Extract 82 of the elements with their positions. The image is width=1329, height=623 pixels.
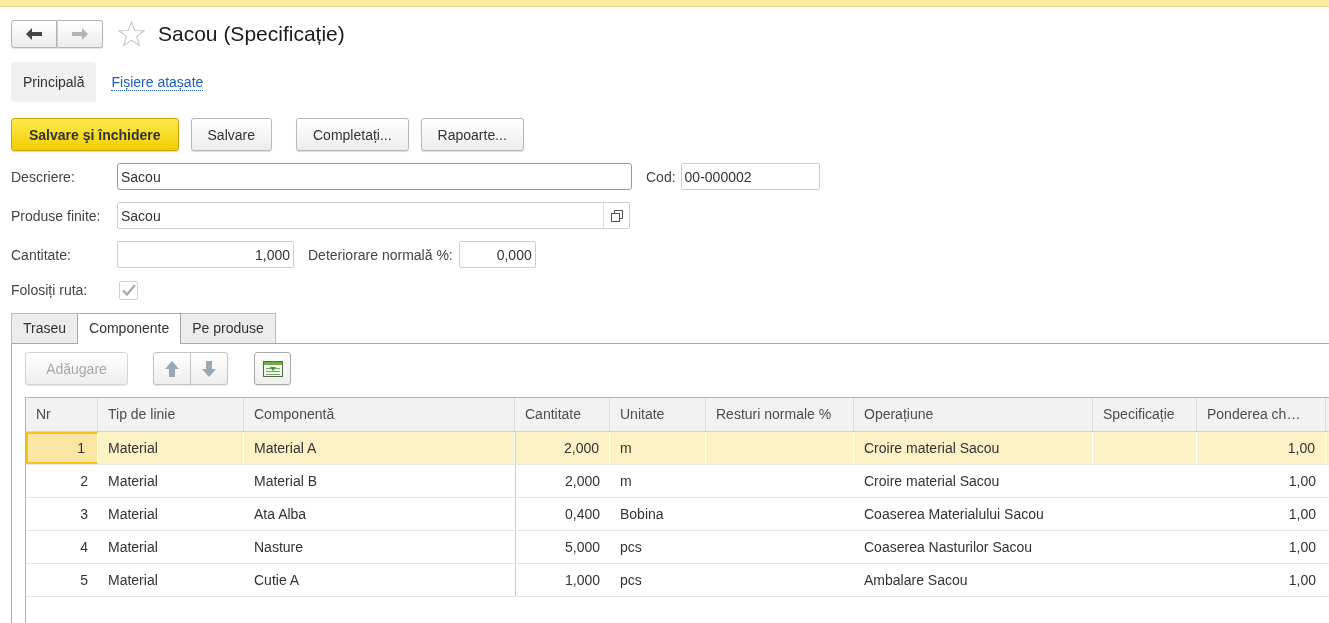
table-cell-text: 1,00 (1287, 472, 1317, 491)
spoilage-field[interactable]: 0,000 (458, 241, 536, 268)
table-cell: 5,000 (515, 531, 610, 563)
open-button[interactable] (603, 202, 630, 229)
table-cell-text: Bobina (619, 505, 665, 524)
table-row[interactable]: 5 Material Cutie A 1,000 pcs Ambalare Sacou 1,00 (26, 564, 1329, 597)
fill-in-button[interactable]: Completați... (296, 118, 409, 151)
product-field[interactable]: Sacou (117, 202, 604, 229)
column-header[interactable]: Cantitate (515, 398, 610, 431)
table-row[interactable]: 1 Material Material A 2,000 m Croire material Sacou 1,00 (26, 432, 1329, 465)
table-cell: 1,000 (515, 564, 610, 596)
table-cell-text: 4 (79, 538, 89, 557)
table-cell-text: 2 (79, 472, 89, 491)
table-cell-text: Material (107, 472, 159, 491)
table-cell: Material (98, 432, 244, 464)
table-cell-text: Ambalare Sacou (863, 571, 969, 590)
table-cell-text: Coaserea Materialului Sacou (863, 505, 1045, 524)
table-cell: Croire material Sacou (854, 432, 1093, 464)
right-arrow-icon (72, 28, 88, 40)
arrow-up-icon (165, 360, 179, 377)
table-cell-text: Croire material Sacou (863, 472, 1001, 491)
table-cell-text: Material (107, 571, 159, 590)
table-cell-text: Material (107, 505, 159, 524)
column-header[interactable]: Componentă (244, 398, 515, 431)
table-cell-text: 1,00 (1287, 505, 1317, 524)
tab[interactable]: Pe produse (180, 313, 276, 343)
table-cell: m (610, 432, 706, 464)
overlapping-squares-icon (610, 209, 623, 222)
column-header[interactable]: Nr (26, 398, 98, 431)
table-cell-text: Material B (253, 472, 319, 491)
table-cell-text: m (619, 472, 633, 491)
table-cell-text: Material (107, 538, 159, 557)
window-title: Sacou (Specificație) (158, 21, 345, 47)
table-cell-text: Coaserea Nasturilor Sacou (863, 538, 1034, 557)
table-cell: 0,400 (515, 498, 610, 530)
table-cell: 2,000 (515, 432, 610, 464)
tab[interactable]: Traseu (11, 313, 79, 343)
quantity-field[interactable]: 1,000 (117, 241, 294, 268)
tab[interactable]: Componente (77, 313, 182, 344)
table-cell: Material A (244, 432, 515, 464)
table-cell-text: 5 (79, 571, 89, 590)
table-row[interactable]: 4 Material Nasture 5,000 pcs Coaserea Nasturilor Sacou 1,00 (26, 531, 1329, 564)
table-cell-text: Nasture (253, 538, 305, 557)
field-label: Produse finite: (11, 207, 102, 224)
column-header[interactable]: Unitate (610, 398, 706, 431)
column-header[interactable]: Specificație (1093, 398, 1197, 431)
table-icon-button[interactable] (254, 352, 291, 385)
code-field[interactable]: 00-000002 (680, 163, 820, 190)
reports-button[interactable]: Rapoarte... (420, 118, 524, 151)
move-up-button[interactable] (153, 352, 191, 385)
field-label: Folosiți ruta: (11, 282, 89, 298)
section-link[interactable]: Fișiere atașate (111, 73, 204, 91)
field-label: Deteriorare normală %: (308, 246, 453, 263)
table-cell-text: Cutie A (253, 571, 301, 590)
field-label: Cod: (646, 168, 676, 185)
field-label: Cantitate: (11, 246, 72, 263)
table-cell-text: pcs (619, 538, 643, 557)
star-icon[interactable] (118, 21, 145, 47)
table-row[interactable]: 3 Material Ata Alba 0,400 Bobina Coaserea Materialului Sacou 1,00 (26, 498, 1329, 531)
checkmark-icon (121, 284, 136, 296)
section-tab[interactable]: Principală (11, 62, 97, 102)
column-header[interactable]: Ponderea ch… (1197, 398, 1326, 431)
table-cell-text: Ata Alba (253, 505, 308, 524)
column-header[interactable]: Resturi normale % (706, 398, 854, 431)
save-and-close-button[interactable]: Salvare şi închidere (11, 118, 179, 151)
table-cell: 2,000 (515, 465, 610, 497)
field-label: Descriere: (11, 168, 76, 185)
save-button[interactable]: Salvare (190, 118, 272, 151)
column-header[interactable]: Operațiune (854, 398, 1093, 431)
move-down-button[interactable] (190, 352, 228, 385)
table-cell-text: 1,00 (1287, 571, 1317, 590)
table-cell: 1 (26, 432, 98, 464)
table-row[interactable]: 2 Material Material B 2,000 m Croire material Sacou 1,00 (26, 465, 1329, 498)
table-cell-text: pcs (619, 571, 643, 590)
arrow-down-icon (202, 360, 216, 377)
description-field[interactable]: Sacou (117, 163, 632, 190)
table-cell: 1,00 (1197, 432, 1326, 464)
table-cell-text: 1,00 (1287, 538, 1317, 557)
column-header[interactable]: Tip de linie (98, 398, 244, 431)
back-button[interactable] (11, 20, 57, 48)
table-cell-text: 3 (79, 505, 89, 524)
left-arrow-icon (26, 28, 42, 40)
